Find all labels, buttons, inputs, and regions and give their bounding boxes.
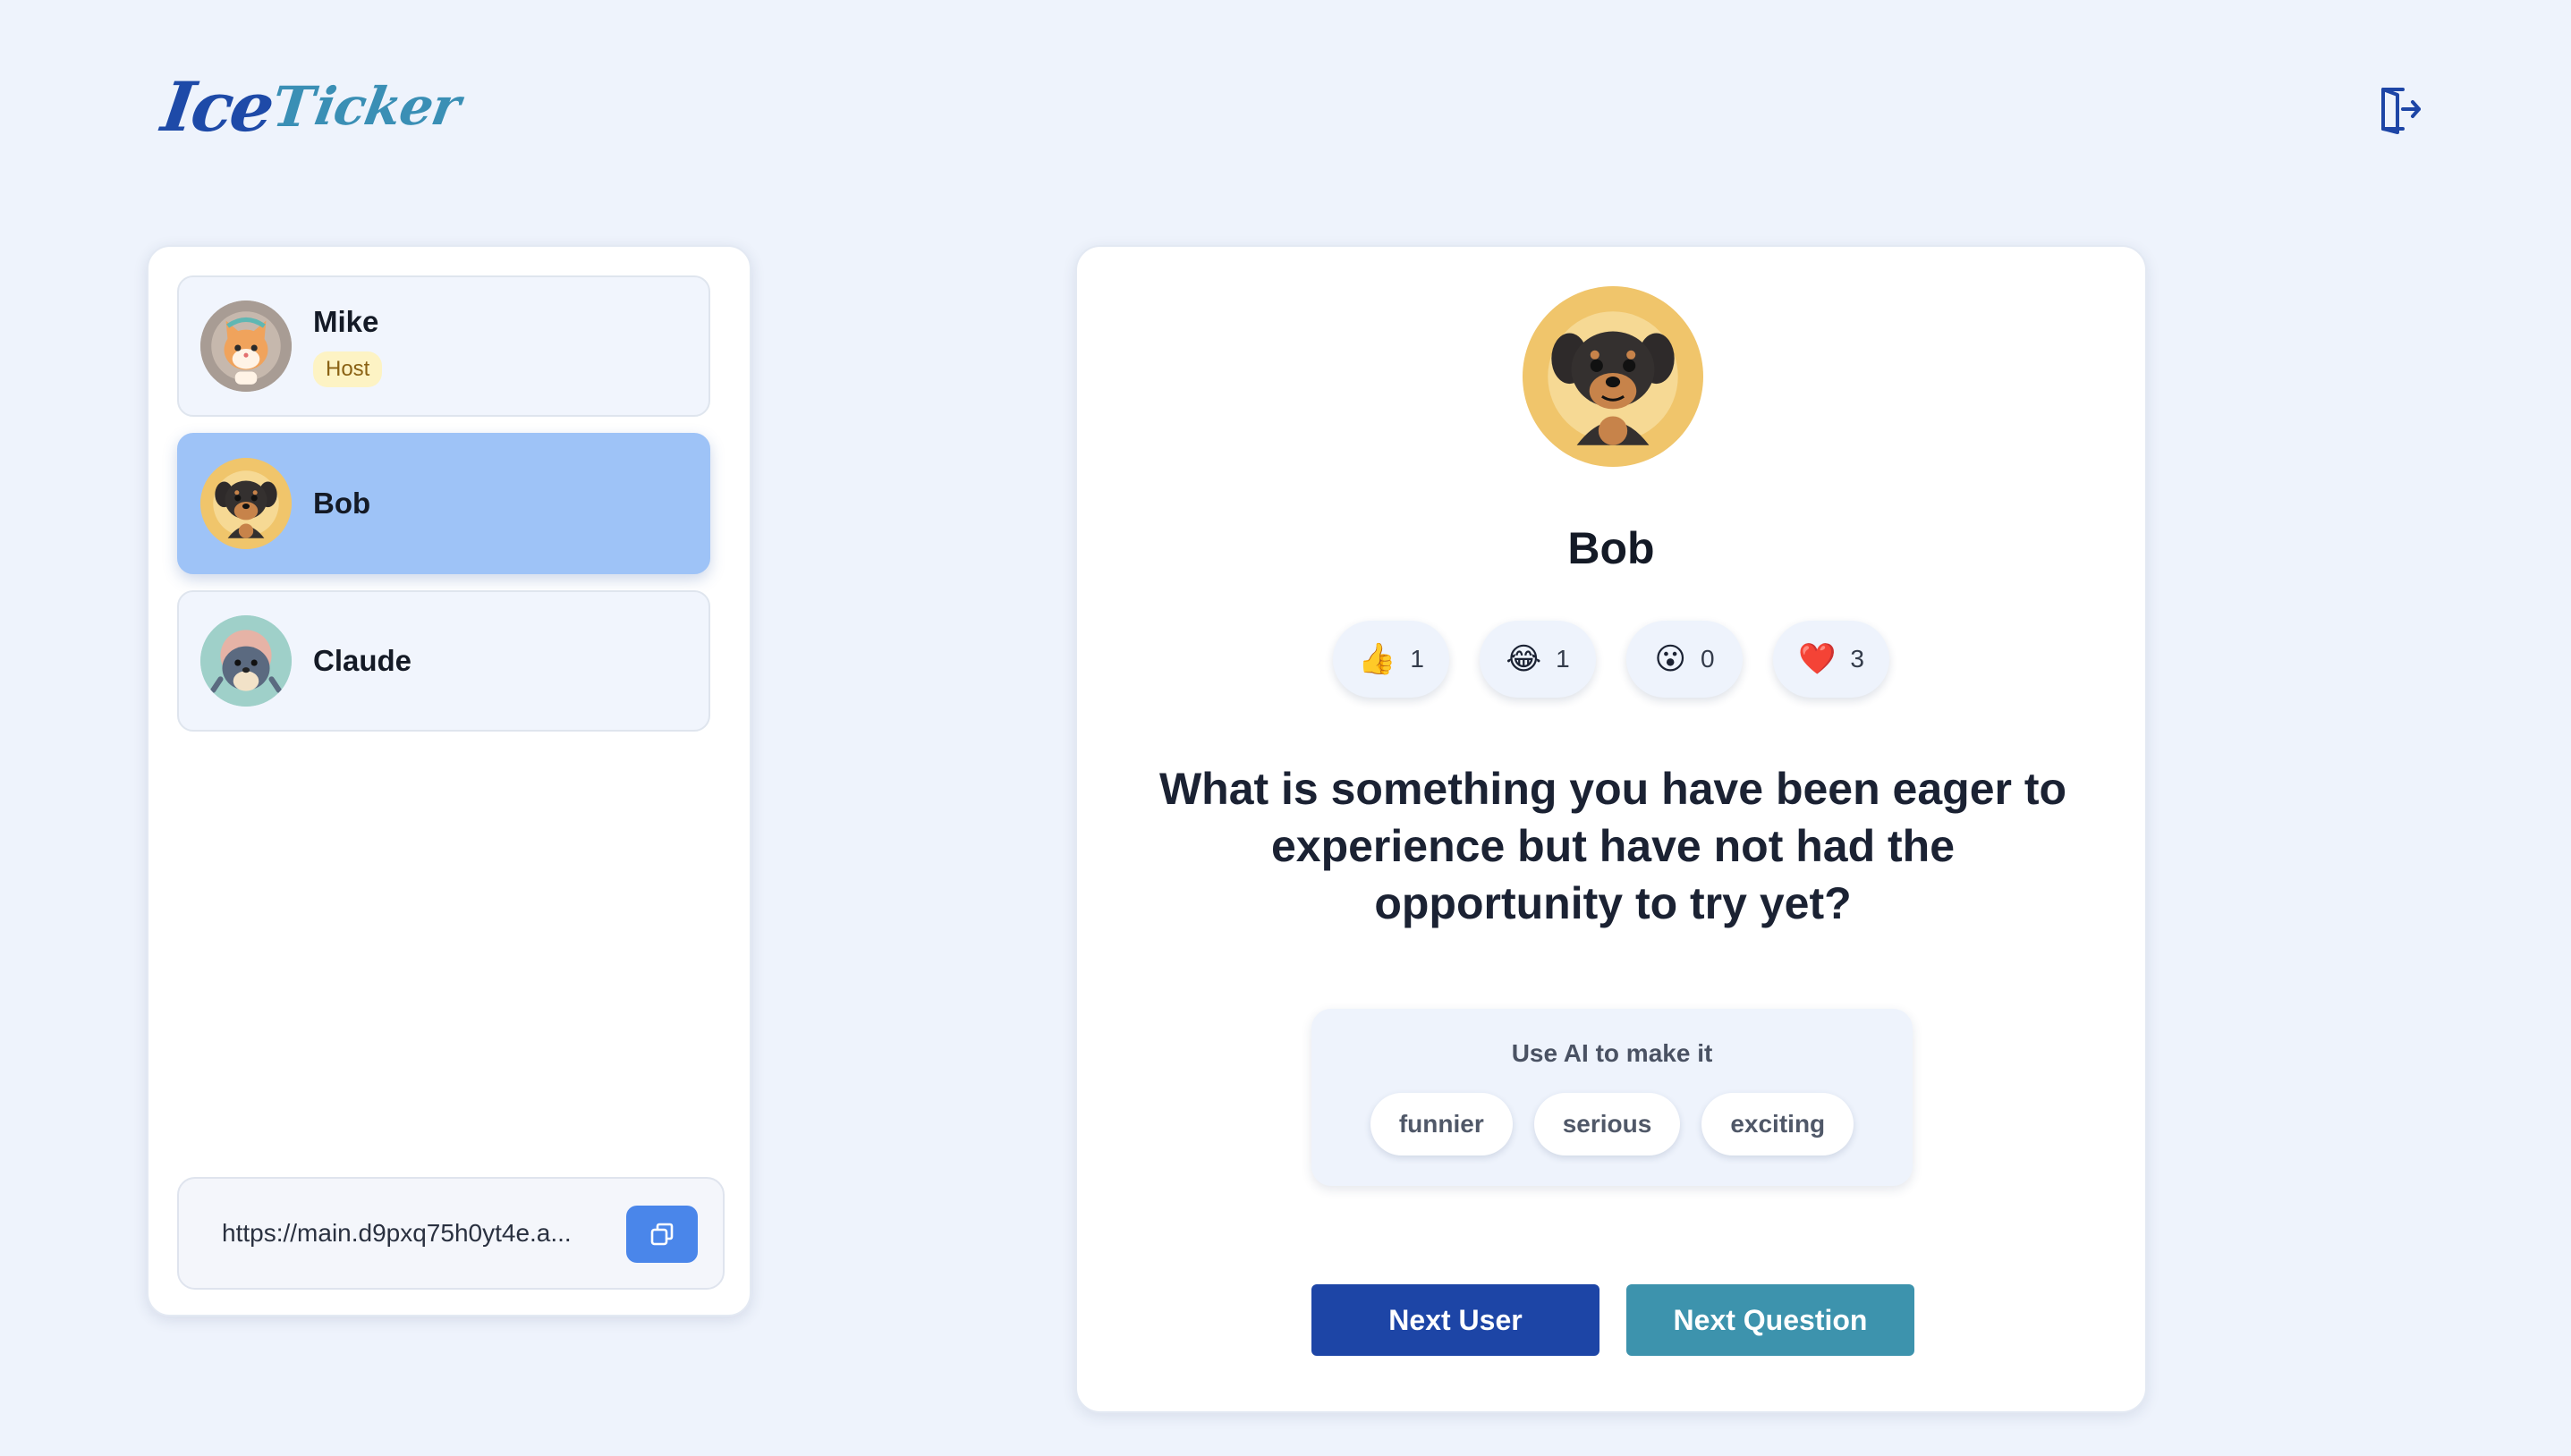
- exit-button[interactable]: [2372, 82, 2426, 136]
- user-info: Bob: [313, 487, 370, 521]
- logo-text-ice: Ice: [157, 66, 277, 147]
- user-card-bob[interactable]: Bob: [177, 433, 710, 574]
- dog-icon: [1523, 286, 1703, 467]
- ai-option-funnier[interactable]: funnier: [1370, 1093, 1513, 1155]
- question-text: What is something you have been eager to…: [1158, 764, 2067, 928]
- current-user-name: Bob: [1567, 523, 1655, 573]
- question-card: Bob 👍 1 😂 1 😮 0 ❤️ 3 What is something y…: [1075, 245, 2147, 1413]
- seal-icon: [200, 615, 292, 707]
- reaction-thumbs-up[interactable]: 👍 1: [1333, 621, 1449, 698]
- ai-options: funnier serious exciting: [1311, 1093, 1913, 1155]
- user-card-mike[interactable]: Mike Host: [177, 275, 710, 417]
- laughing-icon: 😂: [1506, 641, 1542, 677]
- avatar: [200, 615, 292, 707]
- current-user-avatar: [1523, 286, 1703, 467]
- ai-rewrite-label: Use AI to make it: [1511, 1039, 1713, 1067]
- reaction-laughing[interactable]: 😂 1: [1480, 621, 1596, 698]
- surprised-icon: 😮: [1654, 641, 1686, 677]
- logo-text-t: T: [269, 73, 318, 140]
- logo-text-icker: icker: [310, 76, 465, 137]
- thumbs-up-icon: 👍: [1358, 641, 1396, 677]
- app-page: Ice T icker Mike Host Bob Claude https:/…: [0, 0, 2571, 1456]
- participants-panel: Mike Host Bob Claude https://main.d9pxq7…: [147, 245, 751, 1316]
- user-info: Mike Host: [313, 305, 383, 387]
- share-link-box: https://main.d9pxq75h0yt4e.a...: [177, 1177, 725, 1290]
- reaction-surprised[interactable]: 😮 0: [1626, 621, 1743, 698]
- reaction-count: 1: [1410, 645, 1424, 673]
- reaction-heart[interactable]: ❤️ 3: [1773, 621, 1889, 698]
- heart-icon: ❤️: [1798, 641, 1837, 677]
- user-info: Claude: [313, 644, 412, 678]
- reaction-count: 0: [1700, 645, 1715, 673]
- user-name: Bob: [313, 487, 371, 520]
- next-user-button[interactable]: Next User: [1311, 1284, 1599, 1356]
- user-name: Mike: [313, 305, 379, 338]
- host-badge: Host: [313, 351, 383, 387]
- user-card-claude[interactable]: Claude: [177, 590, 710, 732]
- ai-rewrite-panel: Use AI to make it funnier serious exciti…: [1311, 1009, 1913, 1186]
- avatar: [200, 301, 292, 392]
- avatar: [200, 458, 292, 549]
- exit-door-icon: [2381, 88, 2421, 134]
- cat-icon: [200, 301, 292, 392]
- reaction-count: 3: [1850, 645, 1864, 673]
- copy-icon: [650, 1223, 674, 1246]
- user-name: Claude: [313, 644, 412, 677]
- user-list: Mike Host Bob Claude: [177, 275, 710, 748]
- next-question-button[interactable]: Next Question: [1626, 1284, 1914, 1356]
- share-url[interactable]: https://main.d9pxq75h0yt4e.a...: [222, 1219, 623, 1248]
- reaction-bar: 👍 1 😂 1 😮 0 ❤️ 3: [1077, 621, 2145, 698]
- reaction-count: 1: [1556, 645, 1570, 673]
- ai-option-exciting[interactable]: exciting: [1701, 1093, 1854, 1155]
- app-logo[interactable]: Ice T icker: [157, 66, 465, 147]
- ai-option-serious[interactable]: serious: [1533, 1093, 1681, 1155]
- dog-icon: [200, 458, 292, 549]
- copy-link-button[interactable]: [626, 1206, 698, 1263]
